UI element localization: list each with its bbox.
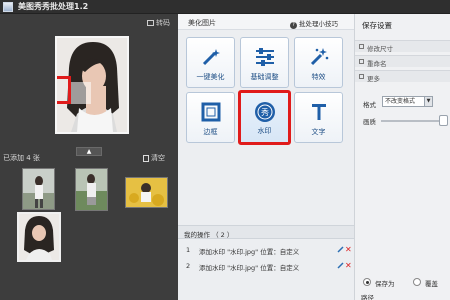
rotate-icon <box>147 20 154 26</box>
trash-icon <box>143 154 149 162</box>
thumbnail-1[interactable] <box>22 168 55 210</box>
help-icon: ? <box>290 22 297 29</box>
rotate-button[interactable]: 转码 <box>147 18 170 28</box>
more-row[interactable]: 更多 <box>355 70 450 83</box>
thumbnail-3[interactable] <box>125 177 168 208</box>
operations-title: 我的操作 （ 2 ） <box>184 231 234 239</box>
collapse-icon <box>359 74 364 79</box>
thumbnail-photo <box>76 169 107 210</box>
image-list-panel: 转码 ▲ 已添加 4 张 清空 <box>0 14 178 300</box>
tool-label: 水印 <box>257 127 272 135</box>
beautify-header: 美化图片 ? 批处理小技巧 <box>178 14 354 30</box>
tool-frame[interactable]: 边框 <box>186 92 235 143</box>
edit-pencil-icon[interactable] <box>337 262 344 269</box>
delete-x-icon[interactable]: ✕ <box>345 261 352 270</box>
chevron-down-icon: ▼ <box>424 97 432 106</box>
operation-number: 2 <box>186 262 191 270</box>
svg-text:秀: 秀 <box>261 107 269 117</box>
quality-slider-track[interactable] <box>381 120 445 122</box>
rename-row[interactable]: 重命名 <box>355 55 450 68</box>
quality-slider-knob[interactable] <box>439 115 448 126</box>
thumbnail-photo <box>19 214 59 260</box>
save-settings-title: 保存设置 <box>362 21 392 30</box>
path-label: 路径 <box>361 294 374 300</box>
tips-link[interactable]: ? 批处理小技巧 <box>290 18 338 29</box>
operations-header: 我的操作 （ 2 ） <box>178 225 354 239</box>
window-title: 美图秀秀批处理1.2 <box>18 2 89 11</box>
collapse-toggle[interactable]: ▲ <box>76 147 102 156</box>
format-select[interactable]: 不改变格式 ▼ <box>382 96 433 107</box>
expand-icon <box>359 44 364 49</box>
watermark-text <box>71 82 91 104</box>
delete-x-icon[interactable]: ✕ <box>345 245 352 254</box>
operation-number: 1 <box>186 246 191 254</box>
overwrite-label: 覆盖 <box>425 280 438 288</box>
tool-label: 基础调整 <box>250 73 279 81</box>
edit-pencil-icon[interactable] <box>337 246 344 253</box>
added-count-label: 已添加 4 张 <box>3 154 40 162</box>
magic-wand-icon <box>202 49 220 66</box>
save-settings-panel: 保存设置 修改尺寸 重命名 更多 格式 不改变格式 ▼ 画质 保存为 覆盖 路径 <box>354 14 450 300</box>
save-as-label: 保存为 <box>375 280 395 288</box>
tool-label: 边框 <box>203 128 218 136</box>
operation-text: 添加水印 "水印.jpg" 位置：自定义 <box>199 264 300 272</box>
tool-label: 特效 <box>311 73 326 81</box>
title-bar: 美图秀秀批处理1.2 <box>0 0 450 14</box>
app-window: 美图秀秀批处理1.2 转码 ▲ 已添加 4 张 清空 美化图片 ? 批处理小技巧… <box>0 0 450 300</box>
app-logo-icon <box>3 2 13 12</box>
overwrite-radio[interactable] <box>413 278 421 286</box>
beautify-title: 美化图片 <box>188 19 216 27</box>
tool-text[interactable]: 文字 <box>294 92 343 143</box>
thumbnail-photo <box>126 178 167 207</box>
thumbnail-photo <box>23 169 54 209</box>
thumbnail-4-selected[interactable] <box>17 212 61 262</box>
format-label: 格式 <box>363 101 376 109</box>
save-as-radio[interactable] <box>363 278 371 286</box>
thumbnail-2[interactable] <box>75 168 108 211</box>
operation-row[interactable]: 2 添加水印 "水印.jpg" 位置：自定义 ✕ <box>178 258 354 276</box>
tool-label: 一键美化 <box>196 73 225 81</box>
preview-image <box>55 36 129 134</box>
watermark-icon: 秀 <box>254 102 275 122</box>
operation-text: 添加水印 "水印.jpg" 位置：自定义 <box>199 248 300 256</box>
sliders-icon <box>255 48 274 66</box>
watermark-highlight <box>57 76 71 104</box>
clear-button[interactable]: 清空 <box>143 153 165 163</box>
tool-auto-beautify[interactable]: 一键美化 <box>186 37 235 88</box>
sparkle-wand-icon <box>310 48 328 66</box>
tool-basic-adjust[interactable]: 基础调整 <box>240 37 289 88</box>
frame-icon <box>201 102 220 122</box>
tool-label: 文字 <box>311 128 326 136</box>
text-icon <box>311 104 326 120</box>
tool-watermark[interactable]: 秀 水印 <box>238 90 291 145</box>
beautify-panel: 美化图片 ? 批处理小技巧 一键美化 基础调整 特效 边框 秀 水印 文字 我的… <box>178 14 354 300</box>
quality-label: 画质 <box>363 118 376 126</box>
expand-icon <box>359 59 364 64</box>
resize-row[interactable]: 修改尺寸 <box>355 40 450 53</box>
tool-effects[interactable]: 特效 <box>294 37 343 88</box>
